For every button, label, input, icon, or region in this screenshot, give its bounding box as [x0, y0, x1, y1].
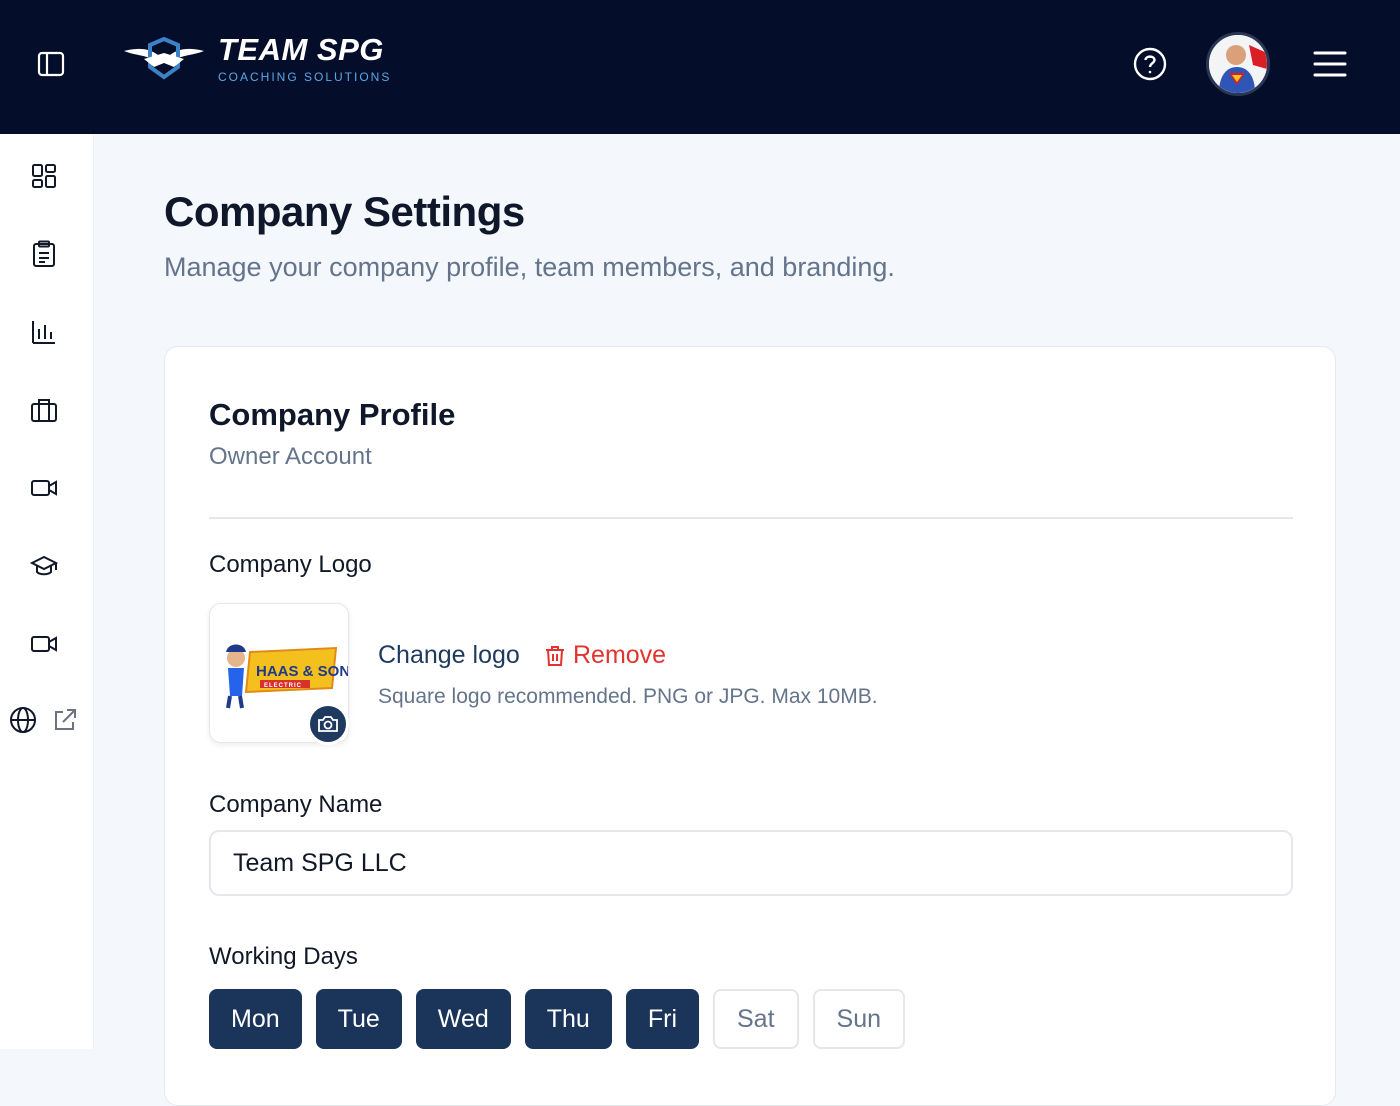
trash-icon: [546, 645, 564, 666]
divider: [209, 517, 1293, 519]
bar-chart-icon: [32, 321, 55, 344]
dashboard-grid-icon: [32, 164, 56, 188]
clipboard-list-icon: [33, 240, 55, 267]
card-subtitle: Owner Account: [209, 443, 372, 470]
company-logo-label: Company Logo: [209, 551, 372, 578]
top-bar: TEAM SPG COACHING SOLUTIONS: [0, 0, 1400, 134]
brand-tagline: COACHING SOLUTIONS: [218, 70, 392, 84]
brand-name: TEAM SPG: [218, 32, 384, 67]
logo-sub-text: ELECTRIC: [264, 683, 302, 689]
briefcase-icon: [31, 399, 57, 422]
day-toggle-mon[interactable]: Mon: [209, 989, 302, 1049]
day-toggle-wed[interactable]: Wed: [415, 989, 511, 1049]
remove-logo-button[interactable]: Remove: [545, 641, 666, 670]
hamburger-icon: [1313, 51, 1347, 77]
day-toggle-tue[interactable]: Tue: [315, 989, 402, 1049]
sidebar-item-videos[interactable]: [28, 472, 60, 504]
logo-main-text: HAAS & SONS: [256, 663, 348, 680]
external-link-icon: [55, 709, 76, 730]
remove-logo-label: Remove: [573, 641, 667, 669]
change-logo-button[interactable]: Change logo: [378, 641, 520, 670]
company-name-input[interactable]: [209, 830, 1293, 896]
upload-logo-camera-button[interactable]: [307, 703, 349, 745]
day-toggle-sun[interactable]: Sun: [812, 989, 906, 1049]
handshake-wings-icon: [124, 37, 204, 80]
video-camera-icon: [31, 480, 57, 496]
sidebar-item-training[interactable]: [28, 550, 60, 582]
working-days-label: Working Days: [209, 943, 358, 970]
sidebar-toggle-button[interactable]: [32, 46, 70, 82]
sidebar-item-dashboard[interactable]: [28, 160, 60, 192]
camera-icon: [318, 716, 338, 732]
sidebar-item-jobs[interactable]: [28, 394, 60, 426]
logo-hint-text: Square logo recommended. PNG or JPG. Max…: [378, 685, 878, 708]
globe-icon: [10, 707, 36, 733]
company-profile-card: Company Profile Owner Account Company Lo…: [164, 346, 1336, 1106]
main-content: Company Settings Manage your company pro…: [94, 134, 1400, 1106]
company-name-label: Company Name: [209, 791, 383, 818]
brand-logo[interactable]: TEAM SPG COACHING SOLUTIONS: [122, 34, 391, 84]
sidebar-item-recordings[interactable]: [28, 628, 60, 660]
main-menu-button[interactable]: [1310, 44, 1350, 84]
question-circle-icon: [1133, 47, 1167, 81]
sidebar-item-reports[interactable]: [28, 316, 60, 348]
help-button[interactable]: [1130, 44, 1170, 84]
graduation-cap-icon: [30, 555, 58, 576]
user-avatar[interactable]: [1206, 32, 1270, 96]
sidebar-item-external-link[interactable]: [50, 704, 80, 736]
sidebar-item-website[interactable]: [8, 704, 38, 736]
left-sidebar: [0, 134, 94, 1049]
day-toggle-sat[interactable]: Sat: [713, 989, 799, 1049]
card-title: Company Profile: [209, 397, 456, 432]
page-subtitle: Manage your company profile, team member…: [164, 252, 895, 282]
page-title: Company Settings: [164, 188, 525, 235]
sidebar-item-tasks[interactable]: [28, 238, 60, 270]
sidebar-panel-icon: [37, 51, 65, 77]
working-days-toggle-group: Mon Tue Wed Thu Fri Sat Sun: [209, 989, 919, 1049]
day-toggle-thu[interactable]: Thu: [524, 989, 612, 1049]
video-camera-icon: [31, 636, 57, 652]
day-toggle-fri[interactable]: Fri: [625, 989, 699, 1049]
avatar-image: [1209, 35, 1267, 93]
